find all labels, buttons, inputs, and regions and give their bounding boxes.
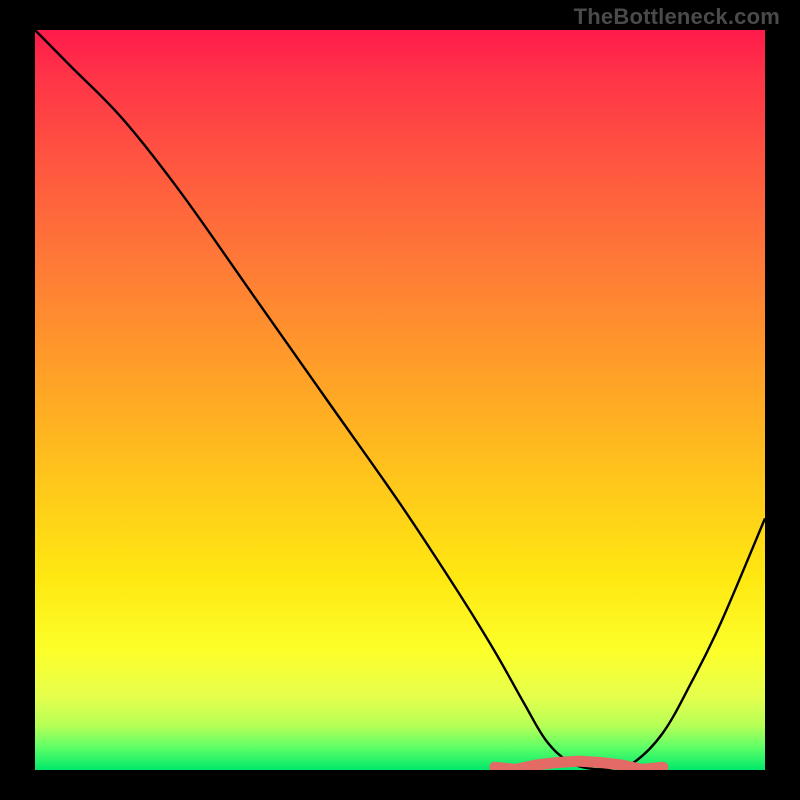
watermark-text: TheBottleneck.com — [574, 4, 780, 30]
plot-area — [35, 30, 765, 770]
highlight-segment — [35, 30, 765, 770]
chart-stage: TheBottleneck.com — [0, 0, 800, 800]
